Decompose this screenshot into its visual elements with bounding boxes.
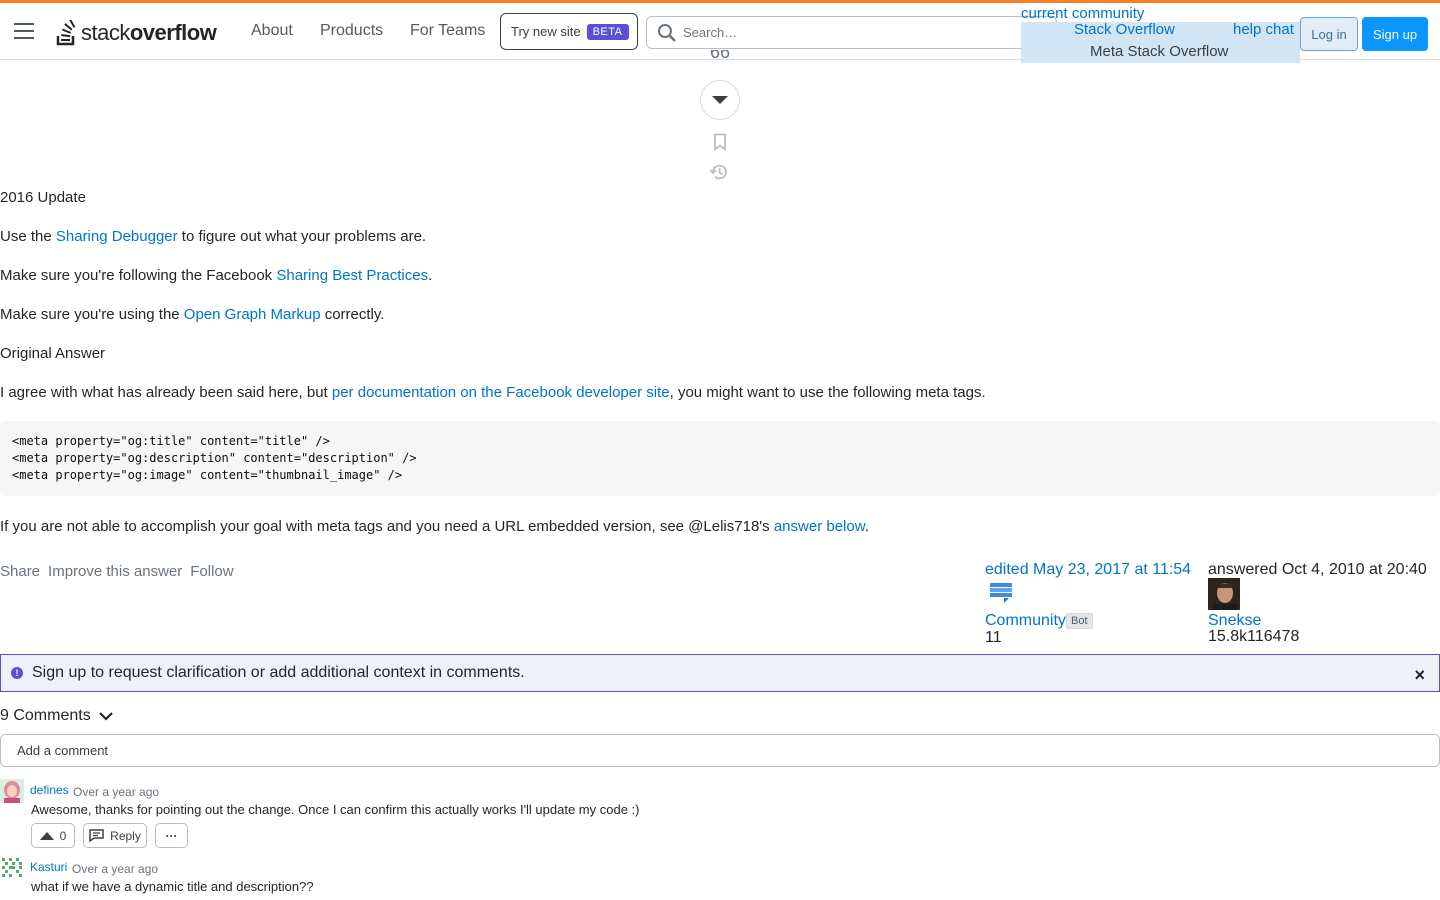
- sharing-debugger-link[interactable]: Sharing Debugger: [56, 228, 178, 245]
- snekse-reputation: 15.8k116478: [1208, 628, 1300, 645]
- facebook-docs-link[interactable]: per documentation on the Facebook develo…: [332, 384, 670, 401]
- open-graph-markup-link[interactable]: Open Graph Markup: [184, 306, 321, 323]
- add-comment-input[interactable]: Add a comment: [0, 734, 1440, 767]
- update-heading: 2016 Update: [0, 189, 86, 206]
- comment-text: Awesome, thanks for pointing out the cha…: [31, 802, 640, 817]
- community-avatar[interactable]: [989, 581, 1013, 605]
- add-comment-placeholder: Add a comment: [17, 743, 109, 758]
- paragraph-sharing-debugger: Use the Sharing Debugger to figure out w…: [0, 228, 427, 245]
- user-photo-icon: [1208, 578, 1240, 610]
- stack-logo-icon: [56, 20, 76, 46]
- code-line: <meta property="og:title" content="title…: [12, 434, 330, 448]
- current-community-label[interactable]: current community: [1021, 5, 1144, 22]
- community-meta-link[interactable]: Meta Stack Overflow: [1090, 43, 1228, 60]
- comment-user-link[interactable]: defines: [30, 783, 69, 797]
- nav-products[interactable]: Products: [320, 22, 383, 40]
- comment-user-link[interactable]: Kasturi: [30, 860, 67, 874]
- answer-below-link[interactable]: answer below: [774, 518, 865, 535]
- try-new-site-button[interactable]: Try new site BETA: [500, 13, 638, 50]
- community-stack-overflow-link[interactable]: Stack Overflow: [1074, 21, 1175, 38]
- share-link[interactable]: Share: [0, 563, 40, 580]
- paragraph-open-graph: Make sure you're using the Open Graph Ma…: [0, 306, 385, 323]
- try-new-site-label: Try new site: [511, 24, 581, 39]
- improve-answer-link[interactable]: Improve this answer: [48, 563, 182, 580]
- comment-more-button[interactable]: ···: [155, 823, 188, 848]
- code-line: <meta property="og:image" content="thumb…: [12, 468, 403, 482]
- comment-reply-button[interactable]: Reply: [83, 823, 147, 848]
- code-block: <meta property="og:title" content="title…: [0, 421, 1440, 496]
- signup-button[interactable]: Sign up: [1362, 17, 1428, 51]
- comment-time: Over a year ago: [73, 785, 160, 799]
- menu-icon[interactable]: [14, 23, 34, 39]
- login-button[interactable]: Log in: [1300, 17, 1358, 51]
- defines-avatar[interactable]: [0, 779, 24, 803]
- arrow-down-icon: [712, 96, 728, 104]
- comment-upvote-button[interactable]: 0: [31, 823, 75, 848]
- snekse-avatar[interactable]: [1208, 578, 1240, 610]
- site-logo[interactable]: stackoverflow: [55, 18, 217, 48]
- close-icon[interactable]: ×: [1414, 665, 1425, 686]
- paragraph-answer-below: If you are not able to accomplish your g…: [0, 518, 869, 535]
- arrow-up-icon: [39, 832, 54, 840]
- comment-vote-count: 0: [59, 828, 67, 843]
- search-input[interactable]: [683, 25, 1043, 40]
- comments-count: 9 Comments: [0, 707, 91, 724]
- post-actions: Share Improve this answer Follow: [0, 563, 234, 580]
- community-user-link[interactable]: Community: [985, 612, 1066, 630]
- beta-badge: BETA: [586, 23, 629, 40]
- follow-link[interactable]: Follow: [190, 563, 233, 580]
- code-line: <meta property="og:description" content=…: [12, 451, 417, 465]
- kasturi-avatar[interactable]: [0, 856, 24, 880]
- edited-info: edited May 23, 2017 at 11:54: [985, 561, 1191, 579]
- answered-time: answered Oct 4, 2010 at 20:40: [1208, 561, 1427, 578]
- bookmark-icon[interactable]: [711, 133, 729, 151]
- comments-toggle[interactable]: 9 Comments: [0, 707, 113, 725]
- reply-label: Reply: [110, 828, 141, 843]
- reply-icon: [89, 829, 104, 842]
- info-icon: !: [11, 667, 23, 679]
- edited-time-link[interactable]: edited May 23, 2017 at 11:54: [985, 561, 1191, 578]
- nav-for-teams[interactable]: For Teams: [410, 22, 485, 40]
- logo-text: stackoverflow: [81, 20, 217, 45]
- downvote-button[interactable]: [700, 80, 740, 120]
- vote-count: 66: [709, 50, 731, 62]
- original-heading: Original Answer: [0, 345, 106, 362]
- history-icon[interactable]: [709, 162, 729, 182]
- signup-notice: ! Sign up to request clarification or ad…: [0, 654, 1440, 692]
- comment-text: what if we have a dynamic title and desc…: [31, 879, 314, 894]
- sharing-best-practices-link[interactable]: Sharing Best Practices: [276, 267, 428, 284]
- search-icon: [658, 23, 676, 42]
- nav-about[interactable]: About: [251, 22, 293, 40]
- chevron-down-icon: [98, 711, 113, 721]
- notice-text: Sign up to request clarification or add …: [32, 664, 525, 681]
- paragraph-documentation: I agree with what has already been said …: [0, 384, 986, 401]
- search-box[interactable]: [646, 16, 1057, 49]
- comment-time: Over a year ago: [72, 862, 159, 876]
- bot-badge: Bot: [1066, 613, 1093, 629]
- paragraph-best-practices: Make sure you're following the Facebook …: [0, 267, 433, 284]
- community-reputation: 11: [985, 629, 1002, 646]
- help-chat-link[interactable]: help chat: [1233, 21, 1294, 38]
